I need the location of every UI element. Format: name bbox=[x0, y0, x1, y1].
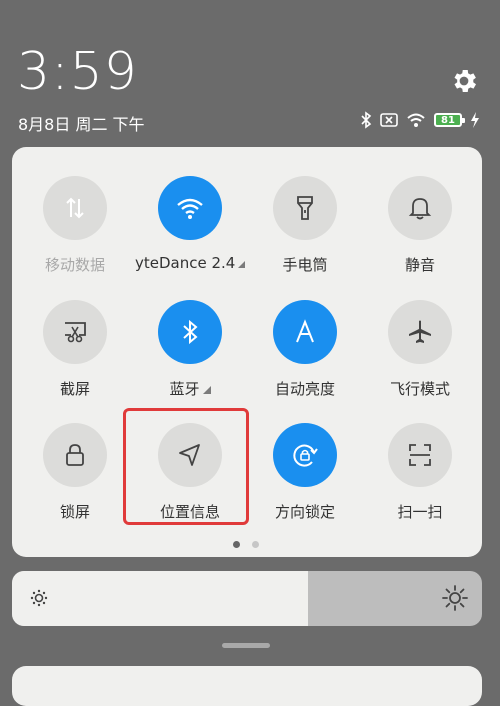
tile-label-text: 静音 bbox=[404, 256, 435, 274]
tile-wifi[interactable]: yteDance 2.4 bbox=[135, 176, 245, 286]
status-bar-icons: 81 bbox=[360, 109, 480, 131]
gear-icon[interactable] bbox=[449, 66, 479, 96]
battery-icon: 81 bbox=[434, 113, 465, 127]
tile-label-airplane: 飞行模式 bbox=[365, 378, 475, 399]
wifi-icon[interactable] bbox=[158, 176, 222, 240]
tile-scan[interactable]: 扫一扫 bbox=[365, 423, 475, 533]
tile-label-auto-brightness: 自动亮度 bbox=[250, 378, 360, 399]
expand-arrow-icon[interactable] bbox=[202, 385, 211, 394]
page-dot-1[interactable] bbox=[233, 541, 240, 548]
tile-label-silent: 静音 bbox=[365, 254, 475, 275]
tile-rotation-lock[interactable]: 方向锁定 bbox=[250, 423, 360, 533]
tile-label-text: 自动亮度 bbox=[274, 380, 335, 398]
bluetooth-status-icon bbox=[360, 111, 372, 129]
brightness-low-icon bbox=[29, 588, 49, 612]
clock-time: 3:59 bbox=[17, 42, 138, 102]
tile-label-screenshot: 截屏 bbox=[20, 378, 130, 399]
tile-label-scan: 扫一扫 bbox=[365, 501, 475, 522]
flashlight-icon[interactable] bbox=[273, 176, 337, 240]
mobile-data-icon[interactable] bbox=[43, 176, 107, 240]
scan-icon[interactable] bbox=[388, 423, 452, 487]
tile-label-text: 方向锁定 bbox=[274, 503, 335, 521]
highlight-box bbox=[123, 408, 249, 525]
tile-label-wifi: yteDance 2.4 bbox=[135, 254, 245, 272]
tile-label-lock: 锁屏 bbox=[20, 501, 130, 522]
wifi-status-icon bbox=[406, 112, 426, 128]
page-dot-2[interactable] bbox=[252, 541, 259, 548]
tile-label-text: 移动数据 bbox=[44, 256, 105, 274]
tile-flashlight[interactable]: 手电筒 bbox=[250, 176, 360, 286]
tile-label-mobile-data: 移动数据 bbox=[20, 254, 130, 275]
auto-brightness-icon[interactable] bbox=[273, 300, 337, 364]
tile-label-text: 手电筒 bbox=[282, 256, 328, 274]
tile-label-rotation-lock: 方向锁定 bbox=[250, 501, 360, 522]
tile-label-text: 扫一扫 bbox=[397, 503, 443, 521]
tile-bluetooth[interactable]: 蓝牙 bbox=[135, 300, 245, 410]
tile-label-flashlight: 手电筒 bbox=[250, 254, 360, 275]
tile-silent[interactable]: 静音 bbox=[365, 176, 475, 286]
tile-lock[interactable]: 锁屏 bbox=[20, 423, 130, 533]
date-label: 8月8日 周二 下午 bbox=[18, 115, 145, 134]
sim-none-icon bbox=[380, 112, 398, 128]
bluetooth-icon[interactable] bbox=[158, 300, 222, 364]
tile-auto-brightness[interactable]: 自动亮度 bbox=[250, 300, 360, 410]
screenshot-icon[interactable] bbox=[43, 300, 107, 364]
tile-mobile-data[interactable]: 移动数据 bbox=[20, 176, 130, 286]
tile-airplane[interactable]: 飞行模式 bbox=[365, 300, 475, 410]
tile-label-bluetooth: 蓝牙 bbox=[135, 378, 245, 399]
notification-card bbox=[12, 666, 482, 706]
brightness-high-icon bbox=[441, 584, 469, 616]
airplane-icon[interactable] bbox=[388, 300, 452, 364]
tile-screenshot[interactable]: 截屏 bbox=[20, 300, 130, 410]
rotation-lock-icon[interactable] bbox=[273, 423, 337, 487]
tile-label-text: 截屏 bbox=[59, 380, 90, 398]
charging-icon bbox=[470, 112, 480, 128]
brightness-slider[interactable] bbox=[12, 571, 482, 626]
bell-icon[interactable] bbox=[388, 176, 452, 240]
lock-icon[interactable] bbox=[43, 423, 107, 487]
tile-label-text: 飞行模式 bbox=[389, 380, 450, 398]
battery-level: 81 bbox=[441, 114, 455, 126]
tile-label-text: yteDance 2.4 bbox=[135, 254, 236, 272]
tile-label-text: 蓝牙 bbox=[169, 380, 200, 398]
drag-handle[interactable] bbox=[222, 643, 270, 648]
tile-label-text: 锁屏 bbox=[59, 503, 90, 521]
expand-arrow-icon[interactable] bbox=[238, 259, 245, 268]
brightness-fill bbox=[12, 571, 309, 626]
page-indicator[interactable] bbox=[233, 541, 259, 548]
